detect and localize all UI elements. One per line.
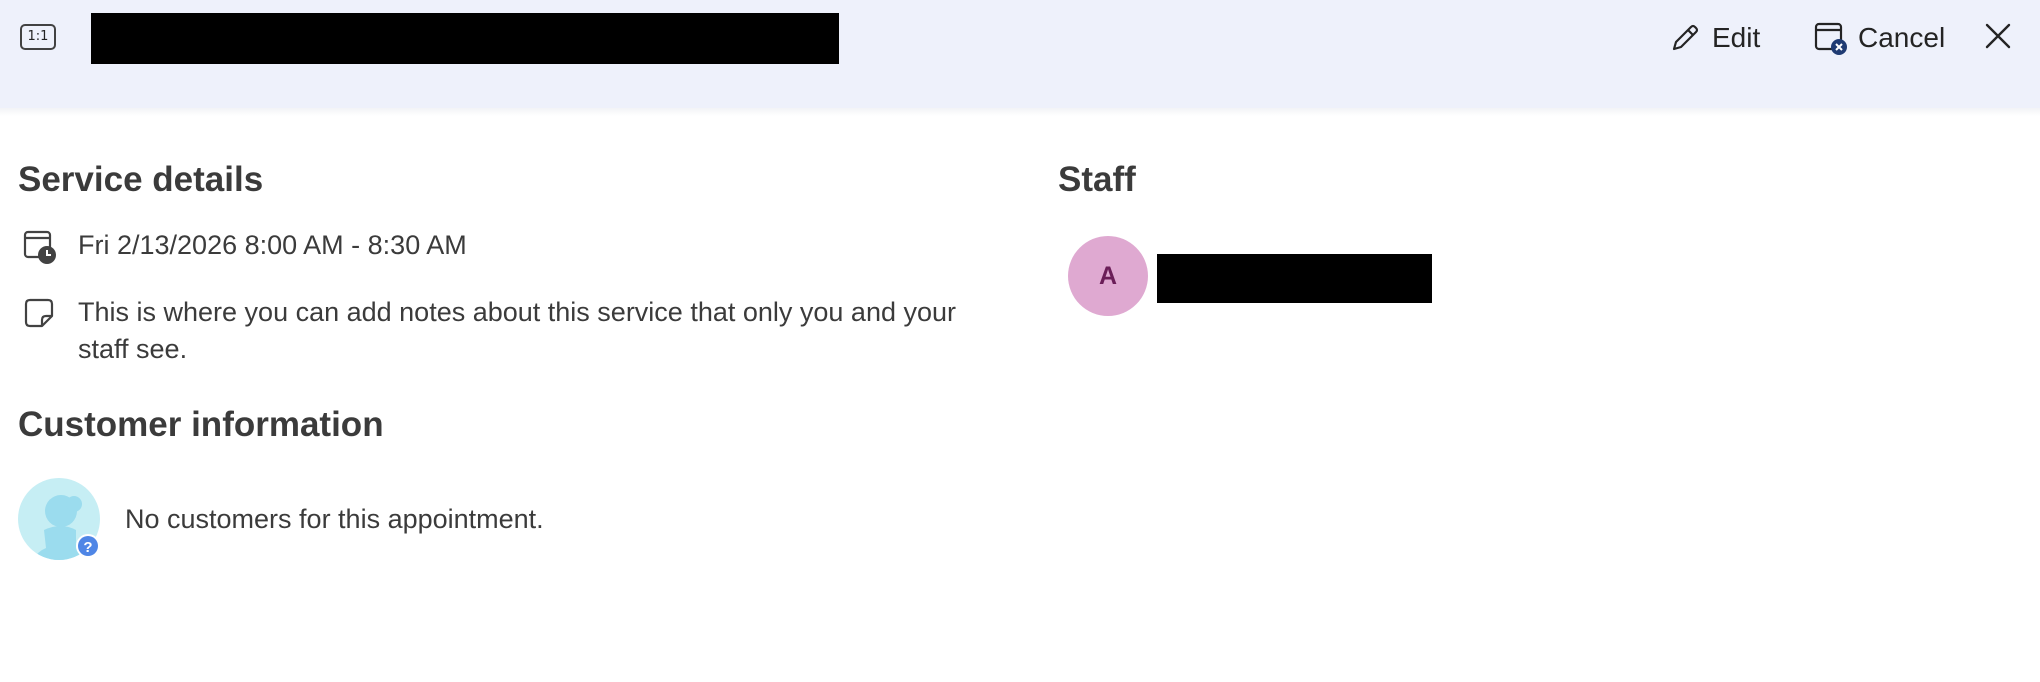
service-details-heading: Service details bbox=[18, 160, 264, 199]
no-customers-message: No customers for this appointment. bbox=[125, 504, 544, 534]
customer-information-heading: Customer information bbox=[18, 405, 384, 444]
one-on-one-icon: 1:1 bbox=[20, 24, 56, 50]
service-notes: This is where you can add notes about th… bbox=[78, 297, 957, 364]
close-icon bbox=[1980, 23, 2016, 58]
cancel-button[interactable]: Cancel bbox=[1812, 16, 1945, 60]
service-datetime: Fri 2/13/2026 8:00 AM - 8:30 AM bbox=[78, 230, 467, 260]
svg-text:?: ? bbox=[83, 539, 92, 556]
calendar-clock-icon bbox=[22, 228, 58, 271]
header-divider bbox=[0, 108, 2040, 116]
cancel-label: Cancel bbox=[1858, 22, 1946, 53]
pencil-icon bbox=[1668, 21, 1702, 55]
edit-label: Edit bbox=[1712, 22, 1761, 53]
question-badge-icon: ? bbox=[76, 534, 100, 558]
staff-avatar[interactable]: A bbox=[1068, 236, 1148, 316]
staff-name-redacted bbox=[1157, 254, 1432, 303]
calendar-cancel-icon bbox=[1812, 19, 1848, 57]
staff-heading: Staff bbox=[1058, 160, 1136, 199]
appointment-header: 1:1 Edit Cancel bbox=[0, 0, 2040, 108]
close-button[interactable] bbox=[1980, 18, 2016, 54]
unknown-customer-icon: ? bbox=[18, 478, 100, 560]
note-icon bbox=[22, 296, 56, 335]
edit-button[interactable]: Edit bbox=[1668, 16, 1760, 60]
appointment-title-redacted bbox=[91, 13, 839, 64]
